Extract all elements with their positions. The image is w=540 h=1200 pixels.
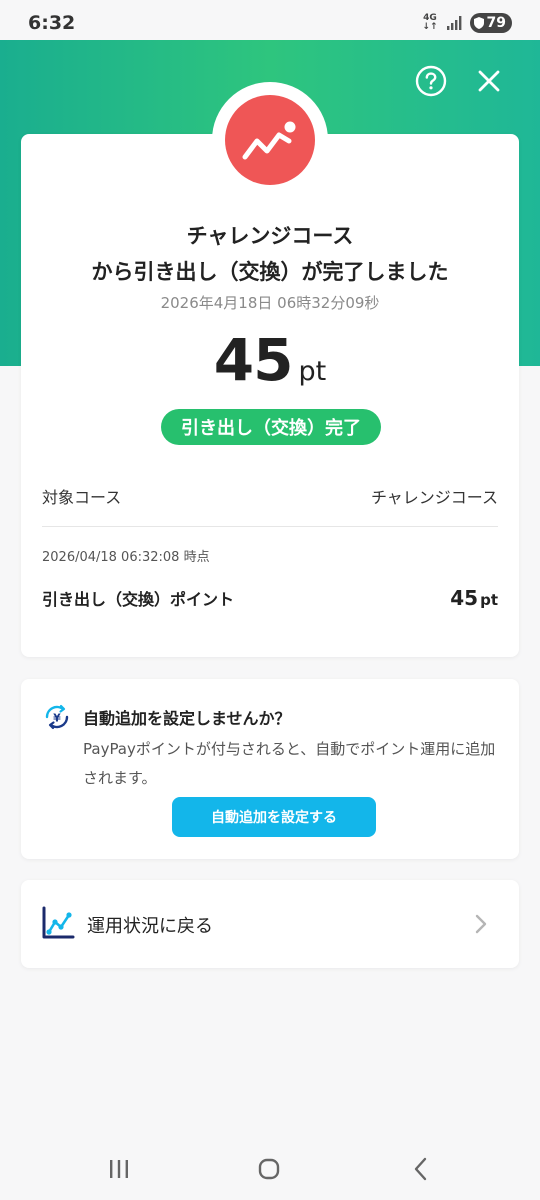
- withdraw-value: 45: [450, 586, 479, 610]
- points-value: 45: [213, 326, 294, 394]
- points-display: 45 pt: [21, 326, 519, 394]
- back-link-label: 運用状況に戻る: [87, 916, 213, 937]
- course-logo: [212, 82, 328, 198]
- auto-add-yen-icon: ¥: [43, 703, 71, 731]
- course-label: 対象コース: [42, 488, 122, 507]
- result-timestamp: 2026年4月18日 06時32分09秒: [160, 294, 380, 312]
- auto-add-promo-card: ¥ 自動追加を設定しませんか？ PayPayポイントが付与されると、自動でポイン…: [21, 679, 519, 859]
- withdraw-label: 引き出し（交換）ポイント: [42, 590, 235, 609]
- points-unit: pt: [298, 356, 327, 387]
- as-of-timestamp: 2026/04/18 06:32:08 時点: [42, 550, 210, 565]
- shield-icon: [473, 17, 484, 29]
- status-badge: 引き出し（交換）完了: [161, 409, 381, 445]
- recent-apps-icon: [110, 1160, 128, 1178]
- question-circle-icon: [415, 65, 447, 97]
- result-title-line1: チャレンジコース: [186, 224, 354, 248]
- home-button[interactable]: [254, 1156, 284, 1182]
- back-button[interactable]: [406, 1156, 436, 1182]
- battery-level: 79: [486, 15, 506, 31]
- navigation-bar: [0, 1140, 540, 1200]
- battery-indicator: 79: [469, 13, 512, 33]
- set-auto-add-button[interactable]: 自動追加を設定する: [172, 797, 376, 837]
- divider: [42, 526, 498, 527]
- promo-description: PayPayポイントが付与されると、自動でポイント運用に追加されます。: [83, 740, 496, 787]
- data-arrows-icon: ↓↑: [422, 22, 438, 32]
- close-icon: [478, 70, 500, 92]
- withdraw-amount: 45 pt: [450, 586, 498, 610]
- home-icon: [258, 1158, 280, 1180]
- withdraw-row: 引き出し（交換）ポイント 45 pt: [42, 586, 498, 610]
- result-card: チャレンジコース から引き出し（交換）が完了しました 2026年4月18日 06…: [21, 134, 519, 657]
- help-button[interactable]: [414, 64, 448, 98]
- promo-title: 自動追加を設定しませんか？: [83, 709, 291, 728]
- network-indicator: 4G ↓↑: [422, 14, 437, 32]
- course-row: 対象コース チャレンジコース: [42, 484, 498, 508]
- status-bar: 6:32 4G ↓↑ 79: [0, 0, 540, 40]
- course-logo-circle: [225, 95, 315, 185]
- chevron-right-icon: [473, 912, 489, 936]
- withdraw-unit: pt: [480, 591, 498, 609]
- trending-up-icon: [242, 121, 296, 160]
- course-value: チャレンジコース: [370, 488, 498, 507]
- back-to-status-link[interactable]: 運用状況に戻る: [21, 880, 519, 968]
- chart-icon: [41, 906, 75, 940]
- back-icon: [414, 1157, 427, 1181]
- recent-apps-button[interactable]: [104, 1156, 134, 1182]
- signal-icon: [446, 16, 461, 30]
- status-icons: 4G ↓↑ 79: [422, 12, 512, 34]
- svg-text:¥: ¥: [53, 712, 61, 725]
- status-time: 6:32: [28, 12, 76, 34]
- result-title-line2: から引き出し（交換）が完了しました: [91, 260, 449, 284]
- close-button[interactable]: [472, 64, 506, 98]
